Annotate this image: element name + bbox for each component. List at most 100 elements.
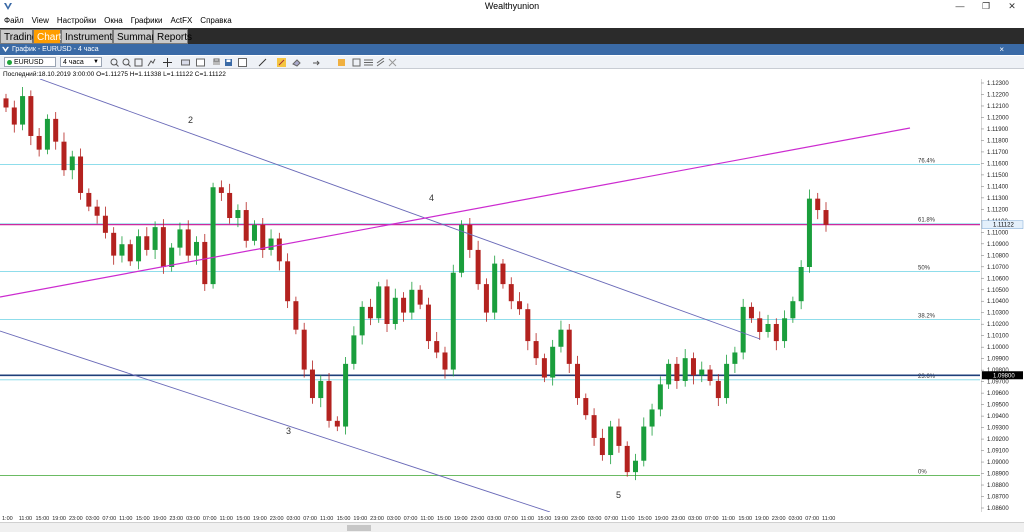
candle-body bbox=[624, 445, 630, 473]
candle-body bbox=[748, 306, 754, 319]
minimize-button[interactable]: — bbox=[948, 0, 972, 13]
price-tick-label: 1.10900 bbox=[987, 242, 1009, 248]
scrollbar-thumb[interactable] bbox=[347, 525, 371, 531]
text-tool-icon[interactable] bbox=[337, 58, 346, 67]
candle-body bbox=[359, 306, 365, 336]
ohlc-info: Последний:18.10.2019 3:00:00 O=1.11275 H… bbox=[3, 71, 226, 78]
candle-body bbox=[616, 426, 622, 446]
timeframe-label: 4 часа bbox=[63, 59, 84, 66]
price-tick-label: 1.10200 bbox=[987, 322, 1009, 328]
candle-body bbox=[367, 306, 373, 319]
symbol-selector[interactable]: EURUSD bbox=[4, 57, 56, 67]
candle-body bbox=[384, 286, 390, 324]
candle-body bbox=[641, 426, 647, 461]
price-tick-label: 1.10600 bbox=[987, 276, 1009, 282]
price-tick-label: 1.09700 bbox=[987, 380, 1009, 386]
candle-body bbox=[492, 263, 498, 313]
candle-body bbox=[318, 380, 324, 399]
candle-body bbox=[442, 352, 448, 370]
candle-body bbox=[823, 210, 829, 225]
candle-body bbox=[425, 304, 431, 342]
wave-label: 4 bbox=[429, 193, 434, 203]
candle-body bbox=[591, 415, 597, 438]
chart-type-icon[interactable] bbox=[147, 58, 156, 67]
candle-body bbox=[566, 329, 572, 364]
candle-body bbox=[806, 198, 812, 268]
menu-file[interactable]: Файл bbox=[0, 14, 28, 27]
candle-body bbox=[144, 236, 150, 250]
zoom-in-icon[interactable] bbox=[110, 58, 119, 67]
title-bar: Wealthyunion — ❐ ✕ bbox=[0, 0, 1024, 13]
wave-label: 2 bbox=[188, 115, 193, 125]
candle-body bbox=[790, 301, 796, 319]
channel-icon[interactable] bbox=[376, 58, 385, 67]
tab-instruments[interactable]: Instruments bbox=[61, 29, 117, 44]
menu-help[interactable]: Справка bbox=[196, 14, 235, 27]
fib-level-label: 76.4% bbox=[918, 158, 936, 164]
timeframe-selector[interactable]: 4 часа ▼ bbox=[60, 57, 102, 67]
indicator-icon[interactable] bbox=[181, 58, 190, 67]
price-tick-label: 1.10000 bbox=[987, 345, 1009, 351]
fib-level-label: 50% bbox=[918, 266, 931, 272]
price-tick-label: 1.08600 bbox=[987, 506, 1009, 512]
template-icon[interactable] bbox=[196, 58, 205, 67]
print-icon[interactable] bbox=[212, 58, 221, 67]
candle-body bbox=[235, 210, 241, 219]
tab-reports[interactable]: Reports bbox=[153, 29, 192, 44]
menu-settings[interactable]: Настройки bbox=[53, 14, 100, 27]
price-tick-label: 1.09400 bbox=[987, 414, 1009, 420]
fit-icon[interactable] bbox=[134, 58, 143, 67]
menu-actfx[interactable]: ActFX bbox=[167, 14, 197, 27]
arrow-tool-icon[interactable] bbox=[312, 58, 321, 67]
window-icon[interactable] bbox=[238, 58, 247, 67]
candle-body bbox=[765, 323, 771, 332]
channel-upper-line bbox=[39, 79, 761, 340]
restore-button[interactable]: ❐ bbox=[974, 0, 998, 13]
menu-view[interactable]: View bbox=[28, 14, 53, 27]
candle-body bbox=[401, 297, 407, 313]
price-axis[interactable]: 1.12300 1.12200 1.12100 1.12000 1.11900 1.118… bbox=[981, 79, 1024, 512]
status-dot-icon bbox=[7, 60, 12, 65]
price-tick-label: 1.11300 bbox=[987, 196, 1009, 202]
candle-body bbox=[666, 363, 672, 385]
menu-windows[interactable]: Окна bbox=[100, 14, 127, 27]
time-axis[interactable]: 1:00 11:00 15:00 19:00 23:00 03:00 07:00 11:00 1… bbox=[0, 512, 980, 522]
tab-trading[interactable]: Trading bbox=[0, 29, 38, 44]
save-icon[interactable] bbox=[224, 58, 233, 67]
price-tick-label: 1.12200 bbox=[987, 92, 1009, 98]
chart-close-button[interactable]: × bbox=[999, 44, 1004, 55]
chevron-down-icon: ▼ bbox=[93, 59, 99, 65]
shape-tool-icon[interactable] bbox=[352, 58, 361, 67]
candle-body bbox=[53, 118, 59, 142]
candle-body bbox=[78, 156, 84, 193]
candle-body bbox=[417, 289, 423, 305]
price-chart[interactable]: 76.4%61.8%50%38.2%23.6%0%2345 bbox=[0, 79, 980, 512]
candle-body bbox=[632, 460, 638, 473]
draw-tool-icon[interactable] bbox=[277, 58, 286, 67]
candle-body bbox=[583, 398, 589, 416]
crosshair-icon[interactable] bbox=[163, 58, 172, 67]
candle-body bbox=[450, 272, 456, 370]
zoom-out-icon[interactable] bbox=[122, 58, 131, 67]
candle-body bbox=[11, 107, 17, 125]
trendline-icon[interactable] bbox=[258, 58, 267, 67]
candle-body bbox=[690, 358, 696, 376]
candle-body bbox=[185, 229, 191, 256]
tab-summary[interactable]: Summary bbox=[113, 29, 160, 44]
candle-body bbox=[285, 261, 291, 302]
fib-level-label: 38.2% bbox=[918, 313, 936, 319]
menu-charts[interactable]: Графики bbox=[127, 14, 167, 27]
price-tick-label: 1.08800 bbox=[987, 483, 1009, 489]
candle-body bbox=[409, 289, 415, 313]
price-tick-label: 1.10500 bbox=[987, 288, 1009, 294]
delete-drawings-icon[interactable] bbox=[388, 58, 397, 67]
candle-body bbox=[674, 363, 680, 381]
candle-body bbox=[575, 363, 581, 399]
chart-scrollbar[interactable] bbox=[0, 522, 1024, 532]
close-window-button[interactable]: ✕ bbox=[1000, 0, 1024, 13]
eraser-icon[interactable] bbox=[292, 58, 301, 67]
tab-charts[interactable]: Charts bbox=[33, 29, 66, 44]
price-tick-label: 1.09500 bbox=[987, 403, 1009, 409]
fibonacci-icon[interactable] bbox=[364, 58, 373, 67]
price-tick-label: 1.11600 bbox=[987, 161, 1009, 167]
